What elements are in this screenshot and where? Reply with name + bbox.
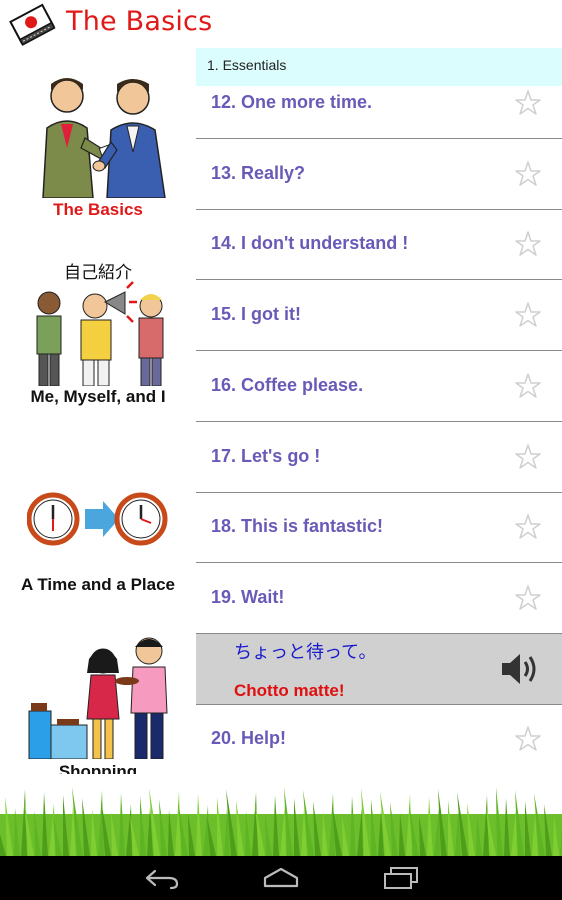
system-navigation-bar xyxy=(0,856,562,900)
category-a-time-and-a-place[interactable]: A Time and a Place xyxy=(0,423,196,613)
speaker-icon[interactable] xyxy=(498,650,542,688)
star-favorite-icon[interactable] xyxy=(514,584,542,612)
category-the-basics[interactable]: The Basics xyxy=(0,48,196,233)
category-label: Shopping xyxy=(58,762,138,774)
japanese-flag-book-icon[interactable] xyxy=(8,2,56,46)
app-header: The Basics xyxy=(0,0,562,48)
phrase-row[interactable]: 18. This is fantastic! xyxy=(196,493,562,564)
category-list[interactable]: The Basics 自己紹介 Me, Myself, and I A Time… xyxy=(0,48,196,774)
japanese-text: ちょっと待って。 xyxy=(234,642,377,663)
phrase-row[interactable]: 16. Coffee please. xyxy=(196,352,562,422)
phrase-label: 20. Help! xyxy=(211,728,287,748)
star-favorite-icon[interactable] xyxy=(514,372,542,400)
clocks-image xyxy=(27,492,168,546)
phrase-label: 16. Coffee please. xyxy=(211,374,364,395)
phrase-row[interactable]: 19. Wait! xyxy=(196,564,562,634)
star-favorite-icon[interactable] xyxy=(514,513,542,541)
expanded-phrase-panel[interactable]: ちょっと待って。 Chotto matte! xyxy=(196,634,562,705)
home-icon[interactable] xyxy=(261,866,301,890)
phrase-row[interactable]: 12. One more time. xyxy=(196,69,562,139)
phrase-row[interactable]: 20. Help! xyxy=(196,705,562,774)
self-introduction-caption: 自己紹介 xyxy=(64,263,132,283)
phrase-label: 19. Wait! xyxy=(211,586,285,607)
app-title: The Basics xyxy=(66,6,213,37)
phrase-label: 14. I don't understand ! xyxy=(211,233,409,254)
category-label: A Time and a Place xyxy=(20,575,175,594)
self-introduction-image: 自己紹介 xyxy=(36,263,164,386)
category-shopping[interactable]: Shopping xyxy=(0,613,196,774)
phrase-row[interactable]: 13. Really? xyxy=(196,140,562,210)
phrase-label: 18. This is fantastic! xyxy=(211,516,384,537)
shopping-couple-image xyxy=(28,637,168,759)
category-label: Me, Myself, and I xyxy=(30,387,166,406)
star-favorite-icon[interactable] xyxy=(514,443,542,471)
phrase-row[interactable]: 14. I don't understand ! xyxy=(196,210,562,281)
star-favorite-icon[interactable] xyxy=(514,89,542,117)
phrase-row[interactable]: 17. Let's go ! xyxy=(196,423,562,493)
star-favorite-icon[interactable] xyxy=(514,230,542,258)
grass-decoration xyxy=(0,787,562,856)
recents-icon[interactable] xyxy=(381,866,421,890)
handshake-people-image xyxy=(42,78,166,198)
star-favorite-icon[interactable] xyxy=(514,301,542,329)
category-label: The Basics xyxy=(53,200,143,219)
star-favorite-icon[interactable] xyxy=(514,725,542,753)
category-me-myself-and-i[interactable]: 自己紹介 Me, Myself, and I xyxy=(0,233,196,423)
star-favorite-icon[interactable] xyxy=(514,160,542,188)
phrase-label: 12. One more time. xyxy=(211,92,373,112)
romaji-text: Chotto matte! xyxy=(234,681,345,700)
back-icon[interactable] xyxy=(141,866,181,890)
phrase-label: 17. Let's go ! xyxy=(211,445,321,466)
phrase-label: 15. I got it! xyxy=(211,304,301,325)
phrase-row[interactable]: 15. I got it! xyxy=(196,281,562,352)
phrase-list[interactable]: 1. Essentials 12. One more time. 13. Real… xyxy=(196,48,562,774)
phrase-label: 13. Really? xyxy=(211,162,306,183)
